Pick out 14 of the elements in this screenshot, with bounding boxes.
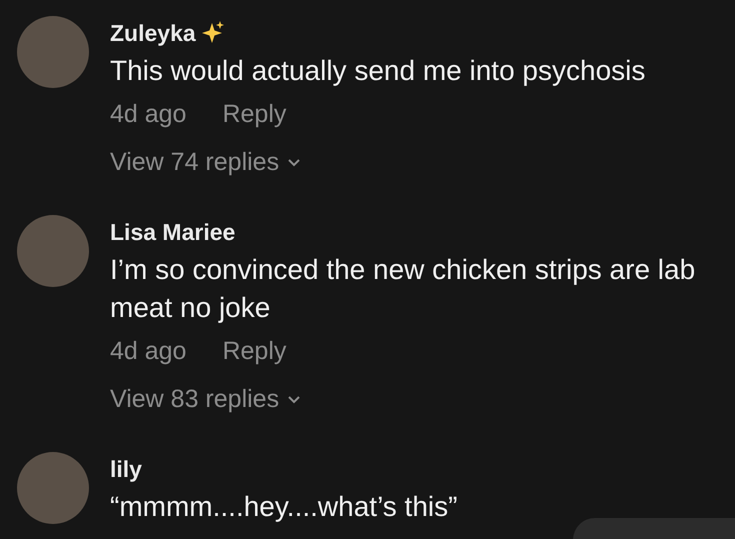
comment-text: I’m so convinced the new chicken strips are lab meat no joke <box>110 253 696 325</box>
timestamp: 4d ago <box>110 336 186 367</box>
view-replies-button[interactable]: View 83 replies <box>110 381 302 417</box>
username[interactable]: lily <box>110 450 142 488</box>
reply-button[interactable]: Reply <box>222 96 286 132</box>
timestamp: 4d ago <box>110 99 186 130</box>
comment-text: “mmmm....hey....what’s this” <box>110 490 458 524</box>
chevron-down-icon <box>287 394 302 404</box>
username[interactable]: Lisa Mariee <box>110 213 236 251</box>
view-replies-button[interactable]: View 74 replies <box>110 144 302 180</box>
reply-button[interactable]: Reply <box>222 333 286 369</box>
chevron-down-icon <box>287 158 302 166</box>
comment-text: This would actually send me into psychosis <box>110 54 646 88</box>
username[interactable]: Zuleyka <box>110 14 196 52</box>
